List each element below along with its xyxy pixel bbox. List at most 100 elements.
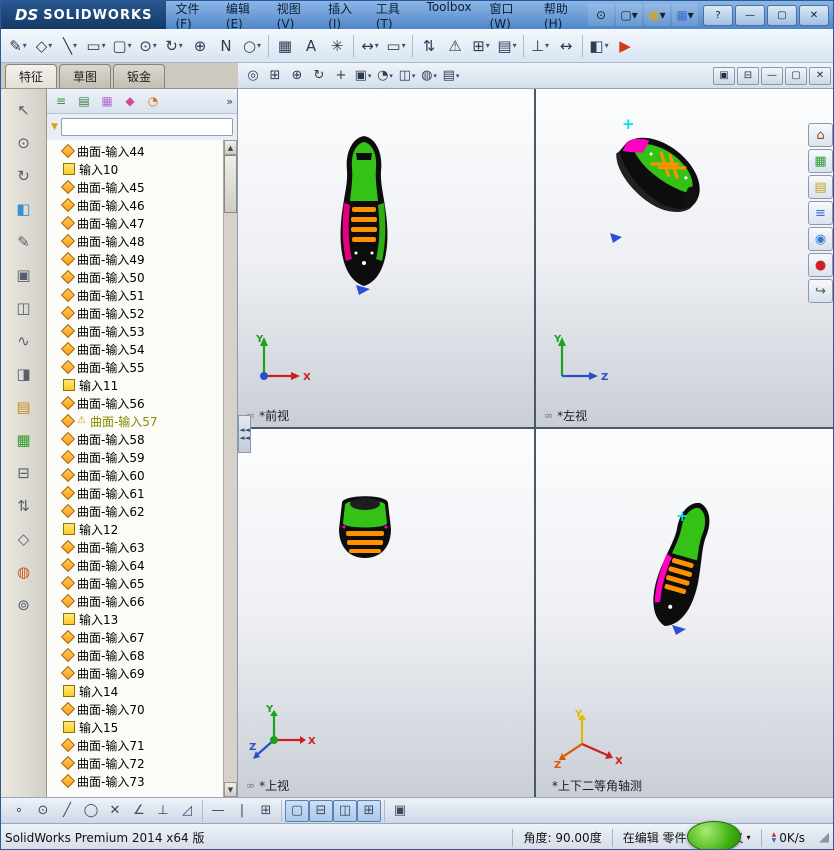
pattern-linear-icon[interactable]: ▤ ▾ bbox=[494, 33, 520, 59]
doc-close-button[interactable]: ✕ bbox=[809, 66, 831, 85]
units-icon[interactable]: ⊥ ▾ bbox=[527, 33, 553, 59]
two-view-horizontal-icon[interactable]: ⊟ bbox=[309, 799, 333, 822]
circle-icon[interactable]: ⊙ ▾ bbox=[135, 33, 161, 59]
tab-1[interactable]: 特征 bbox=[5, 64, 58, 88]
scroll-up-arrow[interactable]: ▲ bbox=[224, 140, 237, 155]
tree-item[interactable]: 曲面-输入47 bbox=[47, 214, 224, 232]
tab-3[interactable]: 钣金 bbox=[113, 64, 166, 88]
viewport-left[interactable]: + Y Z ∞ *左视 bbox=[536, 89, 833, 429]
tree-item[interactable]: 曲面-输入51 bbox=[47, 286, 224, 304]
close-button[interactable]: ✕ bbox=[799, 4, 829, 26]
tree-item[interactable]: 曲面-输入54 bbox=[47, 340, 224, 358]
help-button[interactable]: ? bbox=[703, 4, 733, 26]
displaymanager-icon[interactable]: ◔ bbox=[143, 92, 163, 111]
appearance-ball-icon[interactable]: ◍ ▾ bbox=[418, 66, 440, 86]
appearance-icon[interactable]: ◧ bbox=[9, 196, 39, 222]
tree-item[interactable]: 输入11 bbox=[47, 376, 224, 394]
convert-entities-icon[interactable]: ⇅ bbox=[416, 33, 442, 59]
tree-item[interactable]: 曲面-输入61 bbox=[47, 484, 224, 502]
dimxpert-icon[interactable]: ◇ bbox=[9, 526, 39, 552]
maximize-button[interactable]: ▢ bbox=[767, 4, 797, 26]
tree-item[interactable]: 曲面-输入55 bbox=[47, 358, 224, 376]
line-icon[interactable]: ╲ ▾ bbox=[57, 33, 83, 59]
panel-expand-chevron[interactable]: » bbox=[226, 95, 233, 108]
snap-line-icon[interactable]: ╱ bbox=[55, 800, 79, 822]
pan-icon[interactable]: + bbox=[330, 66, 352, 86]
sphere-icon[interactable]: ● bbox=[808, 253, 833, 277]
rectangle-icon[interactable]: ▭ ▾ bbox=[83, 33, 109, 59]
grid-view-icon[interactable]: ▦ bbox=[808, 149, 833, 173]
curves-icon[interactable]: ∿ bbox=[9, 328, 39, 354]
rotate-view-icon[interactable]: ↻ bbox=[308, 66, 330, 86]
reference-geometry-icon[interactable]: ◨ bbox=[9, 361, 39, 387]
zoom-tool-icon[interactable]: ⊙ bbox=[9, 130, 39, 156]
move-icon[interactable]: ↔ bbox=[553, 33, 579, 59]
display-style-icon[interactable]: ◔ ▾ bbox=[374, 66, 396, 86]
full-screen-icon[interactable]: ▣ bbox=[388, 800, 412, 822]
warning-check-icon[interactable]: ⚠ bbox=[442, 33, 468, 59]
scroll-down-arrow[interactable]: ▼ bbox=[224, 782, 237, 797]
tree-item[interactable]: 曲面-输入63 bbox=[47, 538, 224, 556]
doc-restore-icon[interactable]: ▣ bbox=[713, 66, 735, 85]
zoom-to-area-icon[interactable]: ⊞ bbox=[264, 66, 286, 86]
overlay-badge[interactable] bbox=[687, 821, 741, 849]
panel-collapse-handle[interactable]: ◄◄ ◄◄ bbox=[238, 415, 251, 453]
folder-icon[interactable]: ▤ bbox=[808, 175, 833, 199]
snap-intersection-icon[interactable]: ✕ bbox=[103, 800, 127, 822]
surfaces-icon[interactable]: ◫ bbox=[9, 295, 39, 321]
instant3d-icon[interactable]: ◧ ▾ bbox=[586, 33, 612, 59]
two-view-vertical-icon[interactable]: ◫ bbox=[333, 799, 357, 822]
tree-item[interactable]: 曲面-输入46 bbox=[47, 196, 224, 214]
options-icon[interactable]: ⊚ bbox=[9, 592, 39, 618]
single-view-icon[interactable]: ▢ bbox=[285, 799, 309, 822]
home-icon[interactable]: ⌂ bbox=[808, 123, 833, 147]
tree-item[interactable]: 曲面-输入48 bbox=[47, 232, 224, 250]
tree-item[interactable]: 输入14 bbox=[47, 682, 224, 700]
tree-item[interactable]: 曲面-输入60 bbox=[47, 466, 224, 484]
snap-center-icon[interactable]: ◯ bbox=[79, 800, 103, 822]
render-tools-icon[interactable]: ◍ bbox=[9, 559, 39, 585]
new-document-icon[interactable]: ▢ ▾ bbox=[616, 4, 642, 26]
globe-icon[interactable]: ◉ bbox=[808, 227, 833, 251]
sketch-icon[interactable]: ✎ ▾ bbox=[5, 33, 31, 59]
tree-item[interactable]: 曲面-输入45 bbox=[47, 178, 224, 196]
hide-show-items-icon[interactable]: ◫ ▾ bbox=[396, 66, 418, 86]
text-icon[interactable]: A bbox=[298, 33, 324, 59]
tree-item[interactable]: ⚠ 曲面-输入57 bbox=[47, 412, 224, 430]
flag-icon[interactable]: ▶ bbox=[612, 33, 638, 59]
dimxpertmanager-icon[interactable]: ◆ bbox=[120, 92, 140, 111]
snap-vertical-icon[interactable]: | bbox=[230, 800, 254, 822]
point-icon[interactable]: ⊕ bbox=[187, 33, 213, 59]
tree-item[interactable]: 曲面-输入72 bbox=[47, 754, 224, 772]
grid-settings-icon[interactable]: ⊞ bbox=[254, 800, 278, 822]
scene-icon[interactable]: ▤ ▾ bbox=[440, 66, 462, 86]
shoe-model-front-view[interactable] bbox=[326, 133, 402, 300]
open-icon[interactable]: ▣ ▾ bbox=[644, 4, 670, 26]
tree-item[interactable]: 曲面-输入58 bbox=[47, 430, 224, 448]
doc-maximize-button[interactable]: ▢ bbox=[785, 66, 807, 85]
jump-arrow-icon[interactable]: ↪ bbox=[808, 279, 833, 303]
snap-angle-icon[interactable]: ∠ bbox=[127, 800, 151, 822]
tree-item[interactable]: 曲面-输入49 bbox=[47, 250, 224, 268]
snap-points-icon[interactable]: ⊙ bbox=[31, 800, 55, 822]
viewport-top[interactable]: Y X Z ∞ *上视 bbox=[238, 429, 536, 797]
four-view-icon[interactable]: ⊞ bbox=[357, 799, 381, 822]
sheet-metal-icon[interactable]: ▤ bbox=[9, 394, 39, 420]
ellipse-icon[interactable]: ○ ▾ bbox=[239, 33, 265, 59]
spline-icon[interactable]: N bbox=[213, 33, 239, 59]
tree-item[interactable]: 曲面-输入59 bbox=[47, 448, 224, 466]
star-icon[interactable]: ✳ bbox=[324, 33, 350, 59]
dimension-standard-icon[interactable]: ↔ ▾ bbox=[357, 33, 383, 59]
featuremanager-design-tree-icon[interactable]: ≡ bbox=[51, 92, 71, 111]
sketch-tool-icon[interactable]: ✎ bbox=[9, 229, 39, 255]
tree-item[interactable]: 曲面-输入68 bbox=[47, 646, 224, 664]
grid-icon[interactable]: ⊞ ▾ bbox=[468, 33, 494, 59]
zoom-in-out-icon[interactable]: ⊕ bbox=[286, 66, 308, 86]
zoom-to-fit-icon[interactable]: ◎ bbox=[242, 66, 264, 86]
mold-tools-icon[interactable]: ⊟ bbox=[9, 460, 39, 486]
tree-scrollbar[interactable]: ▲ ▼ bbox=[223, 140, 237, 797]
weldments-icon[interactable]: ▦ bbox=[9, 427, 39, 453]
minimize-button[interactable]: — bbox=[735, 4, 765, 26]
tab-2[interactable]: 草图 bbox=[59, 64, 112, 88]
tree-item[interactable]: 输入12 bbox=[47, 520, 224, 538]
